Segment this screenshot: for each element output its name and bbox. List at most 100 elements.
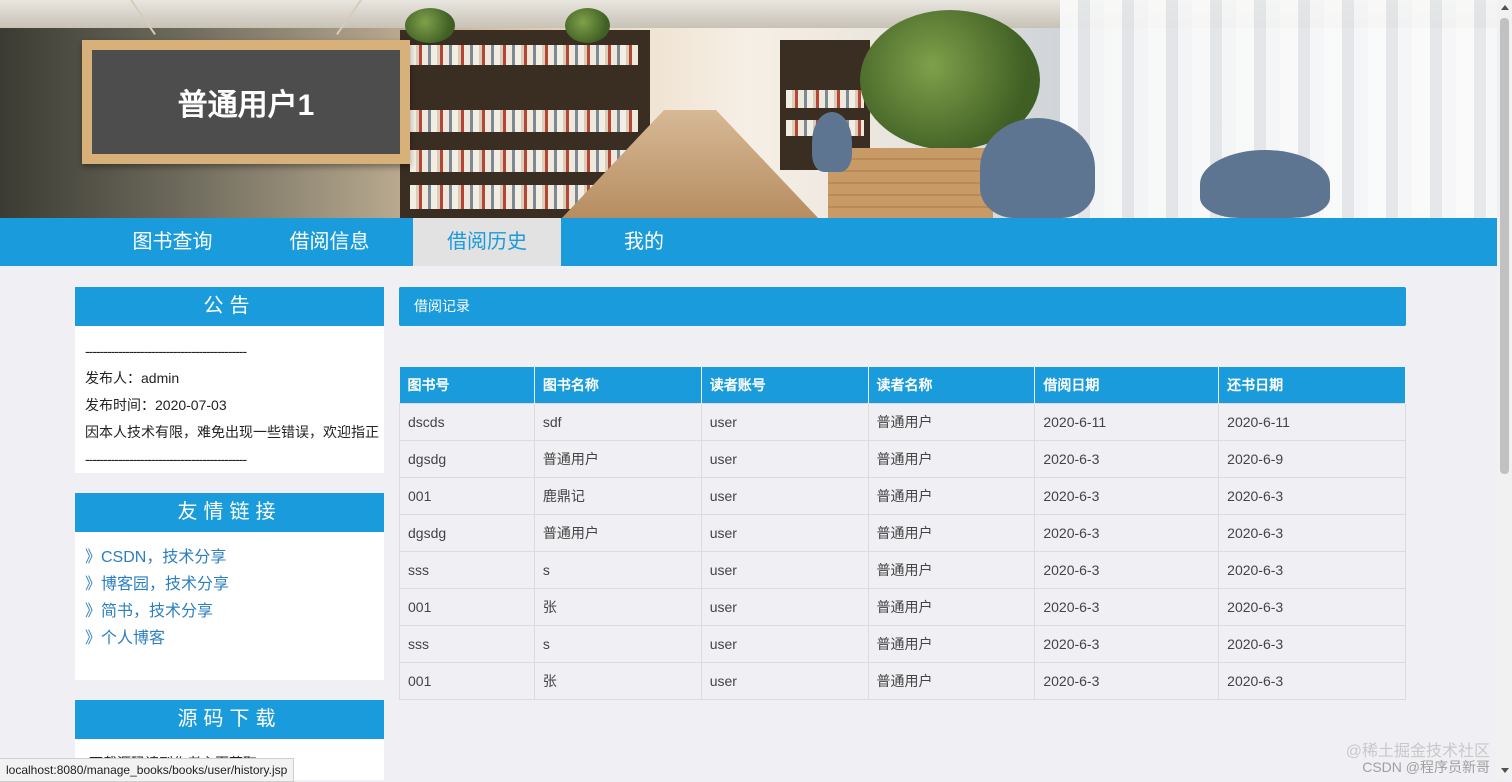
page-scrollbar[interactable] — [1497, 0, 1512, 780]
books-image — [410, 45, 638, 65]
cell-borrow-date: 2020-6-3 — [1034, 662, 1220, 700]
cell-reader-name: 普通用户 — [867, 403, 1036, 441]
table-body: dscds sdf user 普通用户 2020-6-11 2020-6-11 dgsdg 普… — [399, 403, 1406, 700]
link-jianshu[interactable]: 》简书，技术分享 — [85, 598, 374, 625]
column-header-reader-name: 读者名称 — [868, 367, 1036, 404]
column-header-return-date: 还书日期 — [1218, 367, 1406, 404]
cell-borrow-date: 2020-6-3 — [1034, 551, 1220, 589]
cell-borrow-date: 2020-6-3 — [1034, 514, 1220, 552]
cell-reader-account: user — [700, 477, 869, 515]
cell-reader-name: 普通用户 — [867, 477, 1036, 515]
cell-book-id: 001 — [399, 662, 535, 700]
header-banner: 普通用户1 — [0, 0, 1497, 218]
cell-book-id: 001 — [399, 477, 535, 515]
status-bar-url: localhost:8080/manage_books/books/user/h… — [0, 758, 295, 782]
cell-book-id: sss — [399, 551, 535, 589]
scrollbar-thumb[interactable] — [1500, 18, 1509, 474]
watermark-csdn: CSDN @程序员新哥 — [1362, 759, 1490, 775]
cell-return-date: 2020-6-3 — [1218, 551, 1406, 589]
cell-book-id: sss — [399, 625, 535, 663]
friend-links-panel: 友情链接 》CSDN，技术分享 》博客园，技术分享 》简书，技术分享 》个人博客 — [75, 493, 384, 680]
nav-book-search[interactable]: 图书查询 — [95, 218, 250, 266]
cell-reader-account: user — [700, 403, 869, 441]
column-header-book-name: 图书名称 — [534, 367, 702, 404]
table-header-row: 图书号 图书名称 读者账号 读者名称 借阅日期 还书日期 — [399, 367, 1406, 404]
cell-return-date: 2020-6-11 — [1218, 403, 1406, 441]
scroll-down-arrow-icon[interactable] — [1501, 768, 1509, 773]
cell-book-name: 张 — [533, 662, 702, 700]
link-csdn[interactable]: 》CSDN，技术分享 — [85, 544, 374, 571]
cell-reader-account: user — [700, 625, 869, 663]
cell-borrow-date: 2020-6-11 — [1034, 403, 1220, 441]
cell-book-name: 普通用户 — [533, 440, 702, 478]
cell-reader-name: 普通用户 — [867, 625, 1036, 663]
table-row: sss s user 普通用户 2020-6-3 2020-6-3 — [399, 625, 1406, 663]
cell-book-name: sdf — [533, 403, 702, 441]
table-row: dscds sdf user 普通用户 2020-6-11 2020-6-11 — [399, 403, 1406, 441]
friend-links-title: 友情链接 — [75, 493, 384, 532]
cell-reader-name: 普通用户 — [867, 514, 1036, 552]
table-row: 001 张 user 普通用户 2020-6-3 2020-6-3 — [399, 588, 1406, 626]
books-image — [410, 150, 638, 172]
cell-book-name: 普通用户 — [533, 514, 702, 552]
cell-book-id: 001 — [399, 588, 535, 626]
notice-divider-end: ----------------------------------------… — [85, 451, 247, 467]
cell-reader-name: 普通用户 — [867, 662, 1036, 700]
main-nav: 图书查询 借阅信息 借阅历史 我的 — [0, 218, 1497, 266]
cell-return-date: 2020-6-3 — [1218, 625, 1406, 663]
link-personal-blog[interactable]: 》个人博客 — [85, 625, 374, 652]
plant-image — [565, 8, 610, 43]
borrow-history-table: 图书号 图书名称 读者账号 读者名称 借阅日期 还书日期 dscds sdf use… — [399, 367, 1406, 700]
notice-panel: 公告 -------------------------------------… — [75, 287, 384, 473]
nav-mine[interactable]: 我的 — [570, 218, 718, 266]
column-header-reader-account: 读者账号 — [701, 367, 869, 404]
notice-divider: ----------------------------------------… — [85, 343, 247, 359]
user-name-title: 普通用户1 — [92, 50, 400, 154]
cell-reader-account: user — [700, 588, 869, 626]
column-header-borrow-date: 借阅日期 — [1034, 367, 1220, 404]
cell-book-id: dscds — [399, 403, 535, 441]
plant-image — [405, 8, 455, 43]
column-header-book-id: 图书号 — [399, 367, 535, 404]
cell-reader-name: 普通用户 — [867, 551, 1036, 589]
cell-book-id: dgsdg — [399, 514, 535, 552]
notice-publisher: 发布人：admin — [85, 370, 180, 386]
table-row: sss s user 普通用户 2020-6-3 2020-6-3 — [399, 551, 1406, 589]
table-row: dgsdg 普通用户 user 普通用户 2020-6-3 2020-6-9 — [399, 440, 1406, 478]
cell-borrow-date: 2020-6-3 — [1034, 440, 1220, 478]
link-cnblogs[interactable]: 》博客园，技术分享 — [85, 571, 374, 598]
cell-reader-name: 普通用户 — [867, 440, 1036, 478]
cell-borrow-date: 2020-6-3 — [1034, 588, 1220, 626]
nav-borrow-info[interactable]: 借阅信息 — [252, 218, 407, 266]
cell-book-id: dgsdg — [399, 440, 535, 478]
cell-return-date: 2020-6-3 — [1218, 662, 1406, 700]
cell-return-date: 2020-6-3 — [1218, 514, 1406, 552]
cell-book-name: s — [533, 551, 702, 589]
chair-image — [812, 112, 852, 172]
cell-reader-account: user — [700, 440, 869, 478]
planter-image — [828, 148, 993, 218]
friend-links-list: 》CSDN，技术分享 》博客园，技术分享 》简书，技术分享 》个人博客 — [75, 532, 384, 672]
notice-title: 公告 — [75, 287, 384, 326]
chair-image — [980, 118, 1095, 218]
books-image — [786, 90, 864, 108]
table-row: dgsdg 普通用户 user 普通用户 2020-6-3 2020-6-3 — [399, 514, 1406, 552]
cell-return-date: 2020-6-9 — [1218, 440, 1406, 478]
notice-publish-time: 发布时间：2020-07-03 — [85, 397, 227, 413]
nav-borrow-history[interactable]: 借阅历史 — [413, 218, 561, 266]
notice-content: 因本人技术有限，难免出现一些错误，欢迎指正 — [85, 424, 379, 440]
cell-reader-account: user — [700, 551, 869, 589]
cell-borrow-date: 2020-6-3 — [1034, 625, 1220, 663]
scroll-up-arrow-icon[interactable] — [1501, 5, 1509, 10]
cell-reader-account: user — [700, 662, 869, 700]
chair-image — [1200, 150, 1330, 218]
cell-borrow-date: 2020-6-3 — [1034, 477, 1220, 515]
cell-reader-name: 普通用户 — [867, 588, 1036, 626]
cell-return-date: 2020-6-3 — [1218, 477, 1406, 515]
cell-book-name: s — [533, 625, 702, 663]
table-row: 001 张 user 普通用户 2020-6-3 2020-6-3 — [399, 662, 1406, 700]
table-row: 001 鹿鼎记 user 普通用户 2020-6-3 2020-6-3 — [399, 477, 1406, 515]
borrow-records-title: 借阅记录 — [399, 287, 1406, 326]
download-title: 源码下载 — [75, 700, 384, 739]
user-sign: 普通用户1 — [82, 40, 410, 164]
